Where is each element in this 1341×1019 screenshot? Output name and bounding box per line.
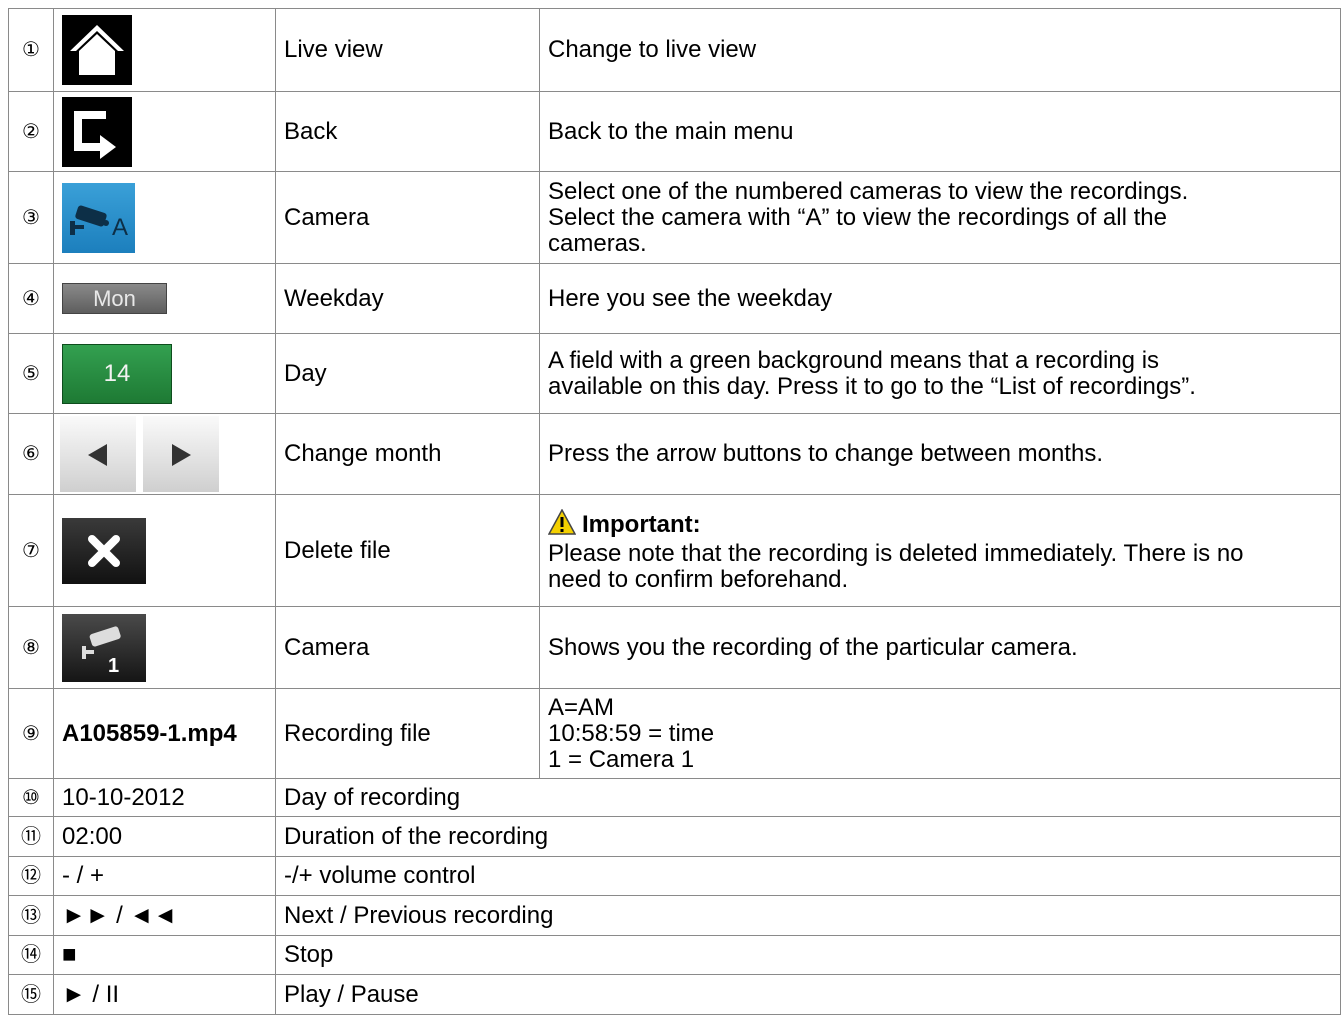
item-description: Press the arrow buttons to change betwee… bbox=[539, 413, 1341, 495]
description-line: Please note that the recording is delete… bbox=[548, 539, 1244, 567]
delete-x-icon bbox=[62, 517, 146, 584]
description-line: Select the camera with “A” to view the r… bbox=[548, 203, 1167, 231]
table-row: ⑭ ■ Stop bbox=[8, 935, 1341, 975]
table-row: ⑬ ►► / ◄◄ Next / Previous recording bbox=[8, 895, 1341, 936]
description-line: 1 = Camera 1 bbox=[548, 745, 695, 773]
row-number: ⑬ bbox=[8, 895, 54, 936]
item-name: Live view bbox=[275, 8, 540, 92]
table-row: ⑫ - / + -/+ volume control bbox=[8, 856, 1341, 896]
warning-icon bbox=[547, 507, 577, 541]
table-row: ⑤ 14 Day A field with a green background… bbox=[8, 333, 1341, 414]
item-description: Change to live view bbox=[539, 8, 1341, 92]
row-number: ⑩ bbox=[8, 778, 54, 817]
row-number: ② bbox=[8, 91, 54, 172]
item-name: Camera bbox=[275, 606, 540, 689]
item-value: A105859-1.mp4 bbox=[53, 688, 276, 779]
row-number: ⑤ bbox=[8, 333, 54, 414]
table-row: ⑮ ► / II Play / Pause bbox=[8, 974, 1341, 1015]
item-value: ►► / ◄◄ bbox=[53, 895, 276, 936]
item-description: Select one of the numbered cameras to vi… bbox=[539, 171, 1341, 264]
row-number: ① bbox=[8, 8, 54, 92]
row-number: ⑫ bbox=[8, 856, 54, 896]
table-row: ② Back Back to the main menu bbox=[8, 91, 1341, 172]
row-number: ⑦ bbox=[8, 494, 54, 607]
item-name: Change month bbox=[275, 413, 540, 495]
item-name: Stop bbox=[275, 935, 1341, 975]
table-row: ⑧ 1 Camera Shows you the recording of th… bbox=[8, 606, 1341, 689]
camera-all-icon: A bbox=[62, 182, 135, 253]
day-button-image: 14 bbox=[62, 343, 172, 404]
item-description: A=AM 10:58:59 = time 1 = Camera 1 bbox=[539, 688, 1341, 779]
arrow-left-icon bbox=[60, 416, 136, 492]
table-row: ④ Mon Weekday Here you see the weekday bbox=[8, 263, 1341, 334]
table-row: ① Live view Change to live view bbox=[8, 8, 1341, 92]
item-name: Recording file bbox=[275, 688, 540, 779]
item-description: Important: Please note that the recordin… bbox=[539, 494, 1341, 607]
item-value: 02:00 bbox=[53, 816, 276, 857]
description-line: Select one of the numbered cameras to vi… bbox=[548, 177, 1189, 205]
row-number: ⑥ bbox=[8, 413, 54, 495]
row-number: ⑪ bbox=[8, 816, 54, 857]
row-number: ④ bbox=[8, 263, 54, 334]
item-value: - / + bbox=[53, 856, 276, 896]
svg-text:1: 1 bbox=[108, 655, 119, 677]
item-value: ■ bbox=[53, 935, 276, 975]
item-value: ► / II bbox=[53, 974, 276, 1015]
item-description: A field with a green background means th… bbox=[539, 333, 1341, 414]
table-row: ⑨ A105859-1.mp4 Recording file A=AM 10:5… bbox=[8, 688, 1341, 779]
item-name: Weekday bbox=[275, 263, 540, 334]
svg-text:A: A bbox=[112, 214, 128, 241]
item-name: Delete file bbox=[275, 494, 540, 607]
item-name: Day of recording bbox=[275, 778, 1341, 817]
important-label: Important: bbox=[582, 510, 701, 538]
home-icon bbox=[62, 15, 132, 85]
description-line: need to confirm beforehand. bbox=[548, 565, 849, 593]
table-row: ③ A Camera Select one of the numbered ca… bbox=[8, 171, 1341, 264]
row-number: ③ bbox=[8, 171, 54, 264]
arrow-right-icon bbox=[143, 416, 219, 492]
back-arrow-icon bbox=[62, 96, 132, 167]
camera-1-icon: 1 bbox=[62, 613, 146, 682]
item-value: 10-10-2012 bbox=[53, 778, 276, 817]
description-line: cameras. bbox=[548, 229, 647, 257]
description-line: A=AM bbox=[548, 693, 615, 721]
item-description: Shows you the recording of the particula… bbox=[539, 606, 1341, 689]
item-name: Day bbox=[275, 333, 540, 414]
item-name: Play / Pause bbox=[275, 974, 1341, 1015]
item-name: -/+ volume control bbox=[275, 856, 1341, 896]
table-row: ⑩ 10-10-2012 Day of recording bbox=[8, 778, 1341, 817]
description-line: A field with a green background means th… bbox=[548, 346, 1160, 374]
table-row: ⑪ 02:00 Duration of the recording bbox=[8, 816, 1341, 857]
table-row: ⑦ Delete file Important: Please note tha… bbox=[8, 494, 1341, 607]
row-number: ⑧ bbox=[8, 606, 54, 689]
item-description: Back to the main menu bbox=[539, 91, 1341, 172]
description-line: 10:58:59 = time bbox=[548, 719, 715, 747]
row-number: ⑨ bbox=[8, 688, 54, 779]
item-name: Back bbox=[275, 91, 540, 172]
item-name: Camera bbox=[275, 171, 540, 264]
row-number: ⑭ bbox=[8, 935, 54, 975]
description-line: available on this day. Press it to go to… bbox=[548, 372, 1196, 400]
table-row: ⑥ Change month Press the arrow buttons t… bbox=[8, 413, 1341, 495]
row-number: ⑮ bbox=[8, 974, 54, 1015]
weekday-button-image: Mon bbox=[62, 283, 167, 314]
item-description: Here you see the weekday bbox=[539, 263, 1341, 334]
item-name: Duration of the recording bbox=[275, 816, 1341, 857]
controls-table: ① Live view Change to live view ② Back B… bbox=[8, 8, 1341, 1015]
item-name: Next / Previous recording bbox=[275, 895, 1341, 936]
